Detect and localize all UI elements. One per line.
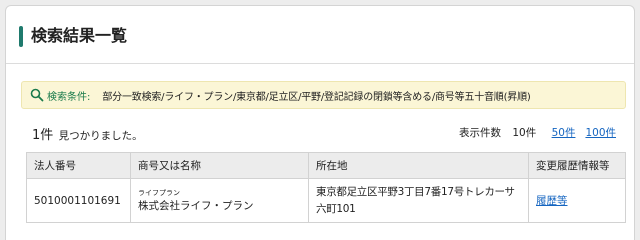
name-furigana: ライフプラン: [138, 189, 180, 197]
results-card: 検索結果一覧 検索条件: 部分一致検索/ライフ・プラン/東京都/足立区/平野/登…: [5, 5, 635, 240]
per-page-100-link[interactable]: 100件: [585, 127, 616, 139]
header-corporate-number: 法人番号: [26, 152, 131, 179]
table-row: 5010001101691 ライフプラン 株式会社ライフ・プラン 東京都足立区平…: [26, 178, 626, 223]
per-page-current: 10件: [512, 127, 537, 139]
page-header: 検索結果一覧: [6, 6, 634, 64]
search-conditions: 検索条件: 部分一致検索/ライフ・プラン/東京都/足立区/平野/登記記録の閉鎖等…: [21, 81, 626, 109]
search-icon: [30, 88, 44, 102]
title-accent-bar: [19, 26, 23, 47]
cell-name: ライフプラン 株式会社ライフ・プラン: [130, 178, 309, 223]
conditions-label: 検索条件:: [47, 91, 91, 103]
header-name: 商号又は名称: [130, 152, 309, 179]
result-count: 1件: [32, 128, 54, 143]
table-header-row: 法人番号 商号又は名称 所在地 変更履歴情報等: [26, 152, 626, 179]
cell-history: 履歴等: [528, 178, 626, 223]
company-name: 株式会社ライフ・プラン: [138, 200, 254, 212]
conditions-value: 部分一致検索/ライフ・プラン/東京都/足立区/平野/登記記録の閉鎖等含める/商号…: [102, 91, 531, 103]
result-count-row: 1件 見つかりました。 表示件数 10件 50件 100件: [32, 124, 632, 144]
results-table: 法人番号 商号又は名称 所在地 変更履歴情報等 5010001101691 ライ…: [26, 152, 626, 223]
per-page-50-link[interactable]: 50件: [552, 127, 576, 139]
cell-corporate-number: 5010001101691: [26, 178, 131, 223]
history-link[interactable]: 履歴等: [536, 195, 568, 207]
per-page-label: 表示件数: [459, 127, 502, 139]
result-count-text: 見つかりました。: [58, 130, 143, 142]
header-address: 所在地: [308, 152, 529, 179]
header-history: 変更履歴情報等: [528, 152, 626, 179]
per-page-selector: 表示件数 10件 50件 100件: [451, 125, 616, 140]
cell-address: 東京都足立区平野3丁目7番17号トレカーサ六町101: [308, 178, 529, 223]
page-title: 検索結果一覧: [31, 26, 128, 45]
